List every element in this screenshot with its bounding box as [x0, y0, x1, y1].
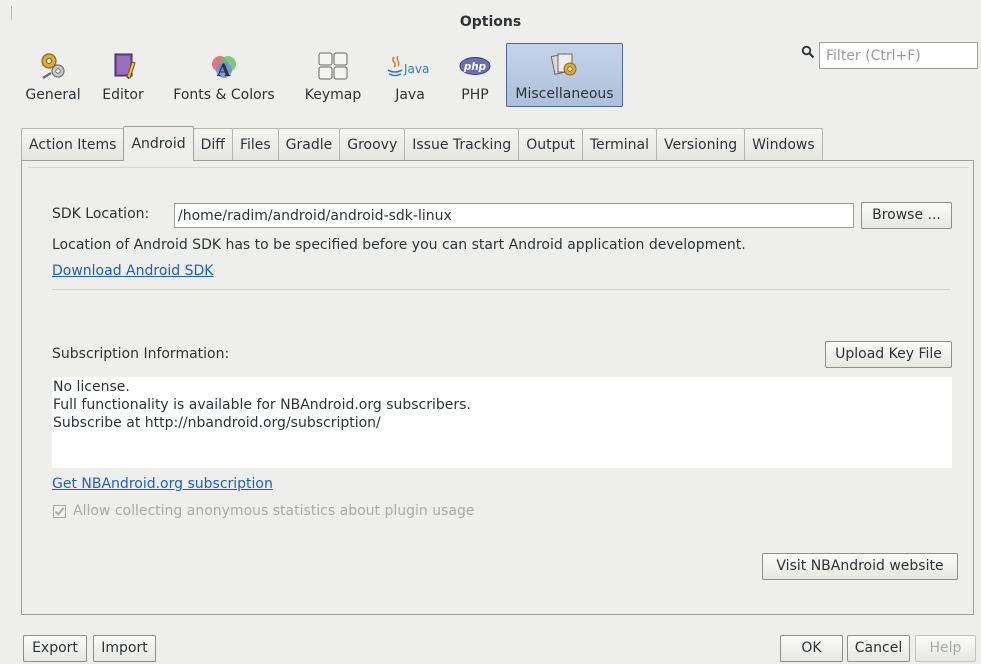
browse-button[interactable]: Browse ... — [861, 202, 952, 229]
tab-versioning[interactable]: Versioning — [656, 128, 746, 161]
export-label: Export — [32, 640, 78, 656]
fonts-colors-icon: A — [208, 51, 240, 81]
tab-issue-tracking[interactable]: Issue Tracking — [404, 128, 520, 161]
category-php[interactable]: php PHP — [452, 43, 498, 107]
tab-windows[interactable]: Windows — [744, 128, 823, 161]
editor-icon — [107, 51, 139, 81]
download-android-sdk-link[interactable]: Download Android SDK — [52, 263, 213, 279]
subscription-info-label: Subscription Information: — [52, 346, 230, 362]
tab-output[interactable]: Output — [518, 128, 583, 161]
category-label: Fonts & Colors — [173, 87, 275, 103]
sdk-hint-text: Location of Android SDK has to be specif… — [52, 237, 746, 253]
section-divider — [52, 289, 950, 290]
svg-text:php: php — [463, 61, 486, 73]
tab-files[interactable]: Files — [231, 128, 279, 161]
import-label: Import — [101, 640, 148, 656]
tab-groovy[interactable]: Groovy — [339, 128, 406, 161]
ok-button[interactable]: OK — [780, 635, 843, 662]
upload-key-file-button[interactable]: Upload Key File — [825, 341, 952, 368]
gears-icon — [37, 51, 69, 81]
tab-terminal[interactable]: Terminal — [581, 128, 657, 161]
category-fonts-colors[interactable]: A Fonts & Colors — [162, 43, 286, 107]
license-line: No license. — [53, 379, 130, 395]
category-label: Editor — [102, 87, 144, 103]
tab-android[interactable]: Android — [123, 126, 194, 161]
cancel-button[interactable]: Cancel — [847, 635, 910, 662]
sdk-location-input[interactable] — [174, 203, 854, 228]
miscellaneous-icon — [549, 50, 581, 80]
license-info-box: No license. Full functionality is availa… — [52, 377, 952, 468]
category-label: General — [25, 87, 81, 103]
svg-text:A: A — [216, 61, 231, 81]
category-label: PHP — [461, 87, 489, 103]
export-button[interactable]: Export — [23, 635, 87, 662]
java-icon: Java — [384, 51, 436, 81]
stats-checkbox[interactable] — [53, 504, 66, 518]
keymap-icon — [317, 51, 349, 81]
category-java[interactable]: Java Java — [380, 43, 440, 107]
stats-checkbox-row: Allow collecting anonymous statistics ab… — [53, 503, 474, 519]
license-line: Full functionality is available for NBAn… — [53, 397, 471, 413]
tab-action-items[interactable]: Action Items — [21, 128, 125, 161]
search-icon — [801, 45, 815, 59]
category-miscellaneous[interactable]: Miscellaneous — [506, 43, 623, 107]
filter-input[interactable] — [819, 42, 978, 69]
tab-gradle[interactable]: Gradle — [277, 128, 341, 161]
svg-text:Java: Java — [403, 62, 429, 76]
tab-diff[interactable]: Diff — [192, 128, 233, 161]
import-button[interactable]: Import — [93, 635, 156, 662]
category-keymap[interactable]: Keymap — [297, 43, 369, 107]
category-label: Keymap — [304, 87, 362, 103]
category-label: Miscellaneous — [515, 86, 614, 102]
help-button[interactable]: Help — [915, 635, 976, 662]
stats-checkbox-label: Allow collecting anonymous statistics ab… — [73, 503, 475, 519]
category-label: Java — [395, 87, 425, 103]
license-line: Subscribe at http://nbandroid.org/subscr… — [53, 415, 381, 431]
tab-bar: Action Items Android Diff Files Gradle G… — [21, 126, 823, 161]
get-subscription-link[interactable]: Get NBAndroid.org subscription — [52, 476, 273, 492]
window-title: Options — [459, 14, 522, 30]
category-editor[interactable]: Editor — [97, 43, 149, 107]
visit-nbandroid-website-button[interactable]: Visit NBAndroid website — [762, 553, 958, 580]
category-general[interactable]: General — [19, 43, 87, 107]
sdk-location-label: SDK Location: — [52, 206, 150, 222]
php-icon: php — [459, 51, 491, 81]
